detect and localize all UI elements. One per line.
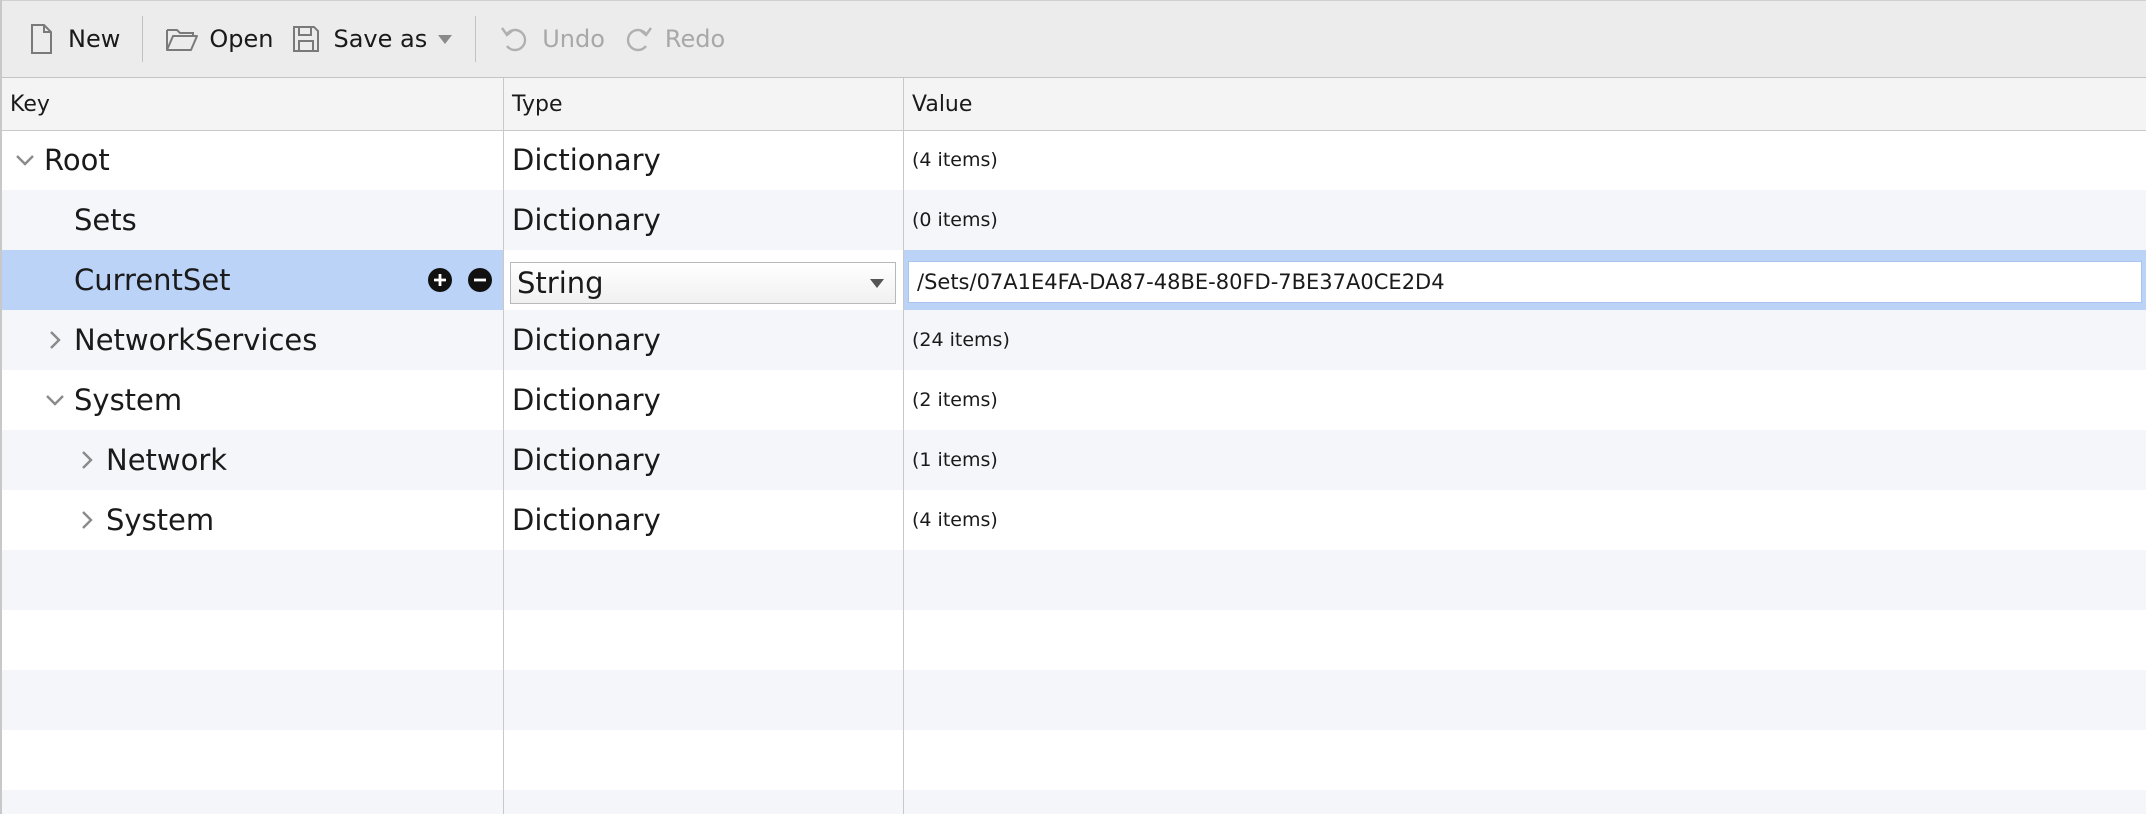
- key-cell: System: [2, 370, 504, 430]
- empty-cell: [2, 670, 504, 730]
- value-cell[interactable]: (24 items): [904, 310, 2146, 370]
- row-actions: [427, 267, 493, 293]
- empty-row: [2, 610, 2146, 670]
- table-row[interactable]: Root Dictionary (4 items): [2, 130, 2146, 190]
- key-cell: System: [2, 490, 504, 550]
- open-button[interactable]: Open: [157, 9, 281, 69]
- type-cell[interactable]: Dictionary: [504, 490, 904, 550]
- type-select-value: String: [517, 266, 604, 300]
- add-item-icon[interactable]: [427, 267, 453, 293]
- toolbar-separator: [142, 16, 144, 62]
- key-label: NetworkServices: [74, 323, 318, 357]
- key-label: System: [74, 383, 183, 417]
- empty-cell: [504, 670, 904, 730]
- folder-open-icon: [166, 29, 199, 51]
- new-document-icon: [31, 24, 52, 54]
- empty-cell: [2, 730, 504, 790]
- empty-row: [2, 550, 2146, 610]
- key-cell: CurrentSet: [2, 250, 504, 310]
- column-header-row: Key Type Value: [2, 78, 2146, 131]
- empty-cell: [504, 790, 904, 814]
- empty-cell: [504, 550, 904, 610]
- chevron-down-icon[interactable]: [14, 149, 36, 171]
- save-as-button[interactable]: Save as: [281, 9, 461, 69]
- toolbar: New Open Save as Undo Redo: [2, 0, 2146, 78]
- plist-tree: Root Dictionary (4 items) Sets Dictionar…: [2, 130, 2146, 814]
- empty-cell: [2, 790, 504, 814]
- table-row[interactable]: System Dictionary (4 items): [2, 490, 2146, 550]
- new-label: New: [68, 25, 121, 53]
- table-row[interactable]: Sets Dictionary (0 items): [2, 190, 2146, 250]
- table-row[interactable]: System Dictionary (2 items): [2, 370, 2146, 430]
- key-label: Root: [44, 143, 110, 177]
- key-cell: Sets: [2, 190, 504, 250]
- value-cell[interactable]: (2 items): [904, 370, 2146, 430]
- type-cell[interactable]: Dictionary: [504, 370, 904, 430]
- toolbar-separator: [475, 16, 477, 62]
- value-cell[interactable]: (4 items): [904, 130, 2146, 190]
- column-header-type[interactable]: Type: [504, 78, 904, 130]
- empty-row: [2, 790, 2146, 814]
- chevron-right-icon[interactable]: [76, 449, 98, 471]
- chevron-right-icon[interactable]: [44, 329, 66, 351]
- redo-label: Redo: [664, 25, 726, 53]
- redo-icon: [626, 27, 652, 52]
- type-cell: String: [504, 250, 904, 310]
- empty-cell: [504, 730, 904, 790]
- key-cell: NetworkServices: [2, 310, 504, 370]
- key-label: Sets: [74, 203, 137, 237]
- save-as-label: Save as: [333, 25, 428, 53]
- type-cell[interactable]: Dictionary: [504, 310, 904, 370]
- empty-cell: [904, 550, 2146, 610]
- key-label: CurrentSet: [74, 263, 231, 297]
- column-header-key[interactable]: Key: [2, 78, 504, 130]
- empty-cell: [904, 790, 2146, 814]
- value-cell[interactable]: (0 items): [904, 190, 2146, 250]
- chevron-down-icon[interactable]: [44, 389, 66, 411]
- table-row[interactable]: NetworkServices Dictionary (24 items): [2, 310, 2146, 370]
- key-cell: Root: [2, 130, 504, 190]
- key-cell: Network: [2, 430, 504, 490]
- remove-item-icon[interactable]: [467, 267, 493, 293]
- table-row-selected[interactable]: CurrentSet String: [2, 250, 2146, 310]
- type-cell[interactable]: Dictionary: [504, 190, 904, 250]
- empty-cell: [2, 610, 504, 670]
- redo-button[interactable]: Redo: [613, 9, 733, 69]
- key-label: System: [106, 503, 215, 537]
- open-label: Open: [209, 25, 274, 53]
- value-cell: [904, 250, 2146, 310]
- undo-button[interactable]: Undo: [490, 9, 613, 69]
- chevron-down-icon: [438, 35, 453, 44]
- key-label: Network: [106, 443, 228, 477]
- chevron-right-icon[interactable]: [76, 509, 98, 531]
- empty-cell: [904, 730, 2146, 790]
- type-cell[interactable]: Dictionary: [504, 130, 904, 190]
- empty-row: [2, 730, 2146, 790]
- empty-cell: [904, 610, 2146, 670]
- new-button[interactable]: New: [16, 9, 128, 69]
- empty-row: [2, 670, 2146, 730]
- column-header-value[interactable]: Value: [904, 78, 2146, 130]
- type-select[interactable]: String: [510, 262, 896, 304]
- undo-icon: [501, 27, 527, 52]
- chevron-down-icon: [870, 279, 884, 288]
- save-disk-icon: [293, 26, 320, 52]
- table-row[interactable]: Network Dictionary (1 items): [2, 430, 2146, 490]
- empty-cell: [904, 670, 2146, 730]
- empty-cell: [504, 610, 904, 670]
- plist-editor: New Open Save as Undo Redo Key Type Valu…: [0, 0, 2146, 814]
- value-input[interactable]: [908, 261, 2142, 303]
- undo-label: Undo: [542, 25, 605, 53]
- value-cell[interactable]: (1 items): [904, 430, 2146, 490]
- value-cell[interactable]: (4 items): [904, 490, 2146, 550]
- empty-cell: [2, 550, 504, 610]
- type-cell[interactable]: Dictionary: [504, 430, 904, 490]
